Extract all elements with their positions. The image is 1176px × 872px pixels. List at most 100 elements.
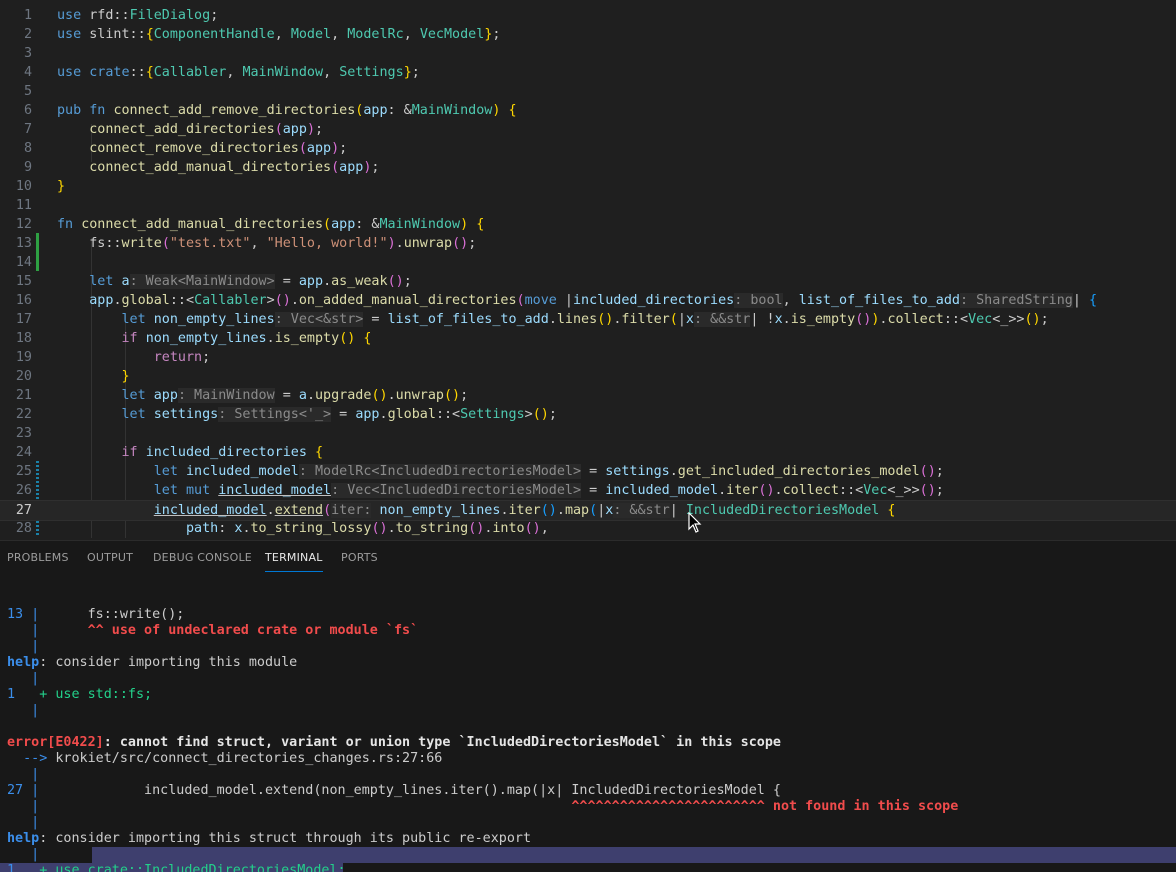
- code-text: let a: Weak<MainWindow> = app.as_weak();: [89, 274, 412, 289]
- code-line[interactable]: 14: [0, 253, 1176, 272]
- code-line[interactable]: 10}: [0, 177, 1176, 196]
- code-line[interactable]: 23: [0, 424, 1176, 443]
- code-line[interactable]: 26 let mut included_model: Vec<IncludedD…: [0, 481, 1176, 500]
- code-text: fs::write("test.txt", "Hello, world!").u…: [57, 236, 477, 251]
- line-number: 2: [23, 27, 32, 42]
- code-text: app.global::<Callabler>().on_added_manua…: [89, 293, 1098, 308]
- line-number: 26: [15, 483, 32, 498]
- mouse-cursor-icon: [688, 512, 702, 533]
- terminal-line: |: [7, 767, 40, 782]
- code-text: }: [121, 369, 130, 384]
- line-number: 17: [15, 312, 32, 327]
- code-line[interactable]: 13 fs::write("test.txt", "Hello, world!"…: [0, 234, 1176, 253]
- code-line[interactable]: 15 let a: Weak<MainWindow> = app.as_weak…: [0, 272, 1176, 291]
- line-number: 15: [15, 274, 32, 289]
- code-line[interactable]: 1 use rfd::FileDialog;: [0, 6, 1176, 25]
- line-number: 22: [15, 407, 32, 422]
- line-number: 3: [23, 46, 32, 61]
- line-number: 20: [15, 369, 32, 384]
- code-text: let app: MainWindow = a.upgrade().unwrap…: [121, 388, 469, 403]
- terminal-line: help: consider importing this module: [7, 655, 298, 670]
- code-editor[interactable]: 1 use rfd::FileDialog;2 use slint::{Compon…: [0, 0, 1176, 540]
- code-line[interactable]: 11: [0, 196, 1176, 215]
- terminal-line: |: [7, 815, 40, 830]
- code-line[interactable]: 16 app.global::<Callabler>().on_added_ma…: [0, 291, 1176, 310]
- terminal-line: | ^^ use of undeclared crate or module `…: [7, 623, 419, 638]
- terminal-line: |: [7, 671, 40, 686]
- line-number: 24: [15, 445, 32, 460]
- line-number: 7: [23, 122, 32, 137]
- code-text: let mut included_model: Vec<IncludedDire…: [153, 483, 944, 498]
- code-text: let non_empty_lines: Vec<&str> = list_of…: [121, 312, 1049, 327]
- line-number: 19: [15, 350, 32, 365]
- code-text: use rfd::FileDialog;: [57, 8, 219, 23]
- terminal-line: | ^^^^^^^^^^^^^^^^^^^^^^^^ not found in …: [7, 799, 959, 814]
- terminal-line: 27 | included_model.extend(non_empty_lin…: [7, 783, 781, 798]
- code-line[interactable]: 17 let non_empty_lines: Vec<&str> = list…: [0, 310, 1176, 329]
- code-line[interactable]: 4 use crate::{Callabler, MainWindow, Sett…: [0, 63, 1176, 82]
- code-text: let included_model: ModelRc<IncludedDire…: [153, 464, 944, 479]
- code-line[interactable]: 2 use slint::{ComponentHandle, Model, Mod…: [0, 25, 1176, 44]
- code-line[interactable]: 5: [0, 82, 1176, 101]
- line-number: 9: [23, 160, 32, 175]
- terminal-line: |: [7, 847, 40, 862]
- line-number: 28: [15, 521, 32, 536]
- terminal-output[interactable]: 13 | fs::write(); | ^^ use of undeclared…: [0, 576, 1176, 872]
- code-line[interactable]: 19 return;: [0, 348, 1176, 367]
- code-line[interactable]: 9 connect_add_manual_directories(app);: [0, 158, 1176, 177]
- line-number: 25: [15, 464, 32, 479]
- terminal-line: |: [7, 639, 40, 654]
- line-number: 1: [23, 8, 32, 23]
- code-line[interactable]: 22 let settings: Settings<'_> = app.glob…: [0, 405, 1176, 424]
- line-number: 12: [15, 217, 32, 232]
- code-text: included_model.extend(iter: non_empty_li…: [153, 503, 896, 518]
- code-text: pub fn connect_add_remove_directories(ap…: [57, 103, 517, 118]
- tab-debug-console[interactable]: DEBUG CONSOLE: [153, 551, 252, 564]
- line-number: 23: [15, 426, 32, 441]
- code-text: if non_empty_lines.is_empty() {: [121, 331, 372, 346]
- code-line[interactable]: 8 connect_remove_directories(app);: [0, 139, 1176, 158]
- code-line[interactable]: 25 let included_model: ModelRc<IncludedD…: [0, 462, 1176, 481]
- tab-terminal[interactable]: TERMINAL: [265, 551, 323, 572]
- terminal-line: error[E0422]: cannot find struct, varian…: [7, 735, 781, 750]
- code-line[interactable]: 3: [0, 44, 1176, 63]
- line-number: 4: [23, 65, 32, 80]
- line-number: 11: [15, 198, 32, 213]
- terminal-line: --> krokiet/src/connect_directories_chan…: [7, 751, 443, 766]
- line-number: 14: [15, 255, 32, 270]
- line-number: 5: [23, 84, 32, 99]
- terminal-line: 1 + use std::fs;: [7, 687, 153, 702]
- line-number: 21: [15, 388, 32, 403]
- code-line[interactable]: 28 path: x.to_string_lossy().to_string()…: [0, 519, 1176, 538]
- code-line[interactable]: 21 let app: MainWindow = a.upgrade().unw…: [0, 386, 1176, 405]
- code-text: connect_add_manual_directories(app);: [89, 160, 380, 175]
- code-line[interactable]: 18 if non_empty_lines.is_empty() {: [0, 329, 1176, 348]
- code-text: let settings: Settings<'_> = app.global:…: [121, 407, 557, 422]
- tab-output[interactable]: OUTPUT: [87, 551, 133, 564]
- terminal-line: help: consider importing this struct thr…: [7, 831, 532, 846]
- line-number: 10: [15, 179, 32, 194]
- line-number: 8: [23, 141, 32, 156]
- code-text: path: x.to_string_lossy().to_string().in…: [186, 521, 549, 536]
- code-line[interactable]: 20 }: [0, 367, 1176, 386]
- terminal-line: |: [7, 703, 40, 718]
- code-text: }: [57, 179, 66, 194]
- code-line[interactable]: 24 if included_directories {: [0, 443, 1176, 462]
- code-text: use crate::{Callabler, MainWindow, Setti…: [57, 65, 420, 80]
- code-text: fn connect_add_manual_directories(app: &…: [57, 217, 485, 232]
- code-line[interactable]: 7 connect_add_directories(app);: [0, 120, 1176, 139]
- line-number: 18: [15, 331, 32, 346]
- code-line[interactable]: 6 pub fn connect_add_remove_directories(a…: [0, 101, 1176, 120]
- terminal-line: 1 + use crate::IncludedDirectoriesModel;: [7, 863, 346, 872]
- code-line[interactable]: 27 included_model.extend(iter: non_empty…: [0, 500, 1176, 521]
- line-number: 27: [15, 503, 32, 518]
- code-line[interactable]: 12 fn connect_add_manual_directories(app:…: [0, 215, 1176, 234]
- tab-problems[interactable]: PROBLEMS: [7, 551, 69, 564]
- line-number: 13: [15, 236, 32, 251]
- line-number: 6: [23, 103, 32, 118]
- code-text: connect_remove_directories(app);: [89, 141, 348, 156]
- panel-tab-bar: PROBLEMS OUTPUT DEBUG CONSOLE TERMINAL P…: [0, 540, 1176, 577]
- tab-ports[interactable]: PORTS: [341, 551, 378, 564]
